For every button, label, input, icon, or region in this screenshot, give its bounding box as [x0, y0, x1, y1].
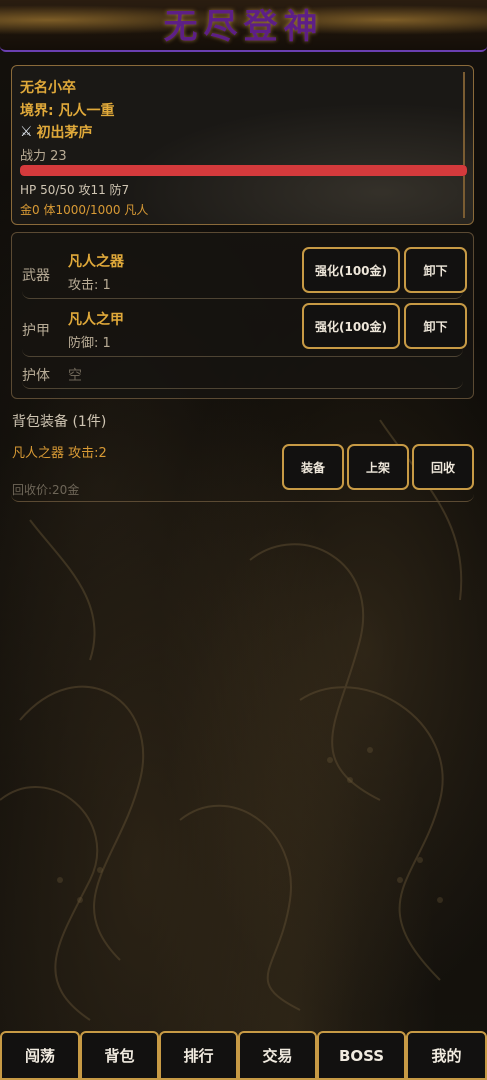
equip-item-button[interactable]: 装备	[282, 444, 344, 490]
slot-item-stat: 攻击: 1	[68, 278, 111, 293]
bottom-nav: 闯荡 背包 排行 交易 BOSS 我的	[0, 1031, 487, 1080]
character-name: 无名小卒	[20, 80, 76, 96]
list-item-button[interactable]: 上架	[347, 444, 409, 490]
crossed-swords-icon: ⚔	[20, 124, 33, 140]
bag-item-name: 凡人之器 攻击:2	[12, 446, 107, 461]
character-title-text: 初出茅庐	[36, 125, 93, 141]
character-panel: 无名小卒 境界: 凡人一重 ⚔ 初出茅庐 战力 23 HP 50/50 攻11 …	[11, 65, 474, 225]
slot-label: 护体	[22, 368, 50, 384]
nav-tab-adventure[interactable]: 闯荡	[0, 1031, 80, 1080]
gold-stamina: 金0 体1000/1000 凡人	[20, 203, 149, 217]
hp-bar	[20, 165, 467, 176]
combat-power: 战力 23	[20, 149, 67, 164]
equip-slot-body-guard: 护体 空	[22, 359, 463, 389]
slot-label: 武器	[22, 268, 50, 284]
equip-slot-armor: 护甲 凡人之甲 防御: 1 强化(100金) 卸下	[22, 301, 467, 357]
equip-slot-weapon: 武器 凡人之器 攻击: 1 强化(100金) 卸下	[22, 243, 467, 299]
enhance-weapon-button[interactable]: 强化(100金)	[302, 247, 400, 293]
panel-border-decoration	[463, 72, 465, 218]
enhance-armor-button[interactable]: 强化(100金)	[302, 303, 400, 349]
bag-title: 背包装备 (1件)	[12, 414, 107, 430]
nav-tab-profile[interactable]: 我的	[406, 1031, 487, 1080]
nav-tab-bag[interactable]: 背包	[80, 1031, 159, 1080]
character-title: ⚔ 初出茅庐	[20, 122, 93, 142]
game-banner: 无尽登神	[0, 0, 487, 52]
character-stats: HP 50/50 攻11 防7	[20, 183, 130, 197]
nav-tab-ranking[interactable]: 排行	[159, 1031, 238, 1080]
slot-label: 护甲	[22, 323, 50, 339]
recycle-item-button[interactable]: 回收	[412, 444, 474, 490]
game-title: 无尽登神	[163, 6, 324, 47]
equipment-panel: 武器 凡人之器 攻击: 1 强化(100金) 卸下 护甲 凡人之甲 防御: 1 …	[11, 232, 474, 399]
nav-tab-boss[interactable]: BOSS	[317, 1031, 406, 1080]
bag-item: 凡人之器 攻击:2 回收价:20金 装备 上架 回收	[11, 436, 474, 502]
bag-item-recycle-price: 回收价:20金	[12, 483, 80, 497]
unequip-armor-button[interactable]: 卸下	[404, 303, 467, 349]
slot-item-stat: 防御: 1	[68, 336, 111, 351]
nav-tab-trade[interactable]: 交易	[238, 1031, 317, 1080]
slot-item-name: 凡人之器	[68, 254, 124, 270]
character-realm: 境界: 凡人一重	[20, 103, 115, 119]
unequip-weapon-button[interactable]: 卸下	[404, 247, 467, 293]
slot-empty-text: 空	[68, 368, 82, 384]
slot-item-name: 凡人之甲	[68, 312, 124, 328]
hp-bar-fill	[20, 165, 467, 176]
